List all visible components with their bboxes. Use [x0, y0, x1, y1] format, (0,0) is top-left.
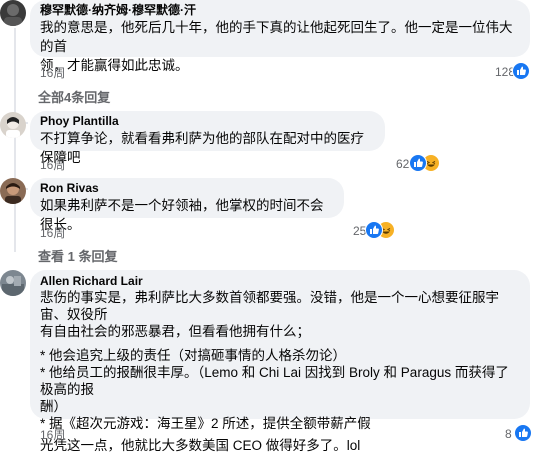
like-icon[interactable]: [514, 424, 532, 442]
comment-text-line: 光凭这一点，他就比大多数美国 CEO 做得好多了。lol: [40, 437, 361, 453]
comment-time[interactable]: 16周: [40, 156, 65, 173]
comment-bubble: Ron Rivas 如果弗利萨不是一个好领袖，他掌权的时间不会很长。: [30, 178, 344, 232]
reaction-count[interactable]: 8: [505, 427, 512, 441]
comment-author[interactable]: Ron Rivas: [40, 181, 334, 196]
reaction-count[interactable]: 62: [396, 157, 409, 171]
comment-text-line: 领，才能赢得如此忠诚。: [40, 58, 189, 73]
comment-text-line: 悲伤的事实是，弗利萨比大多数首领都要强。没错，他是一个一心想要征服宇宙、奴役所: [40, 290, 499, 323]
comment-text-line: * 他给员工的报酬很丰厚。（Lemo 和 Chi Lai 因找到 Broly 和…: [40, 364, 509, 398]
comment-text-line: 酬）: [40, 399, 67, 415]
like-icon[interactable]: [365, 221, 383, 239]
comment-bubble: Phoy Plantilla 不打算争论，就看看弗利萨为他的部队在配对中的医疗保…: [30, 111, 385, 165]
comment-text-line: 如果弗利萨不是一个好领袖，他掌权的时间不会很长。: [40, 198, 324, 232]
comment-text-line: * 他会追究上级的责任（对搞砸事情的人格杀勿论）: [40, 347, 347, 363]
comment-author[interactable]: 穆罕默德·纳齐姆·穆罕默德·汗: [40, 3, 520, 18]
comment-text: 如果弗利萨不是一个好领袖，他掌权的时间不会很长。: [40, 196, 334, 234]
avatar[interactable]: [0, 178, 26, 204]
comment-text-line: 我的意思是，他死后几十年，他的手下真的让他起死回生了。他一定是一位伟大的首: [40, 20, 513, 54]
comment-author[interactable]: Allen Richard Lair: [40, 274, 520, 289]
comment-bubble: 穆罕默德·纳齐姆·穆罕默德·汗 我的意思是，他死后几十年，他的手下真的让他起死回…: [30, 0, 530, 73]
comment-text-line: 不打算争论，就看看弗利萨为他的部队在配对中的医疗保障吧: [40, 131, 364, 165]
comment-time[interactable]: 16周: [40, 64, 65, 81]
avatar[interactable]: [0, 0, 26, 26]
comment-time[interactable]: 16周: [40, 426, 65, 443]
thread-line: [14, 28, 16, 92]
like-icon[interactable]: [512, 62, 530, 80]
comment-bubble: Allen Richard Lair 悲伤的事实是，弗利萨比大多数首领都要强。没…: [30, 270, 530, 453]
comment-time[interactable]: 16周: [40, 224, 65, 241]
comment-text-line: 有自由社会的邪恶暴君，但看看他拥有什么；: [40, 324, 310, 340]
like-icon[interactable]: [409, 154, 427, 172]
view-replies-link[interactable]: 查看 1 条回复: [38, 246, 117, 265]
comment-text: 不打算争论，就看看弗利萨为他的部队在配对中的医疗保障吧: [40, 129, 375, 167]
comment-text-line: * 据《超次元游戏：海王星》2 所述，提供全额带薪产假: [40, 416, 371, 432]
comment-text: 我的意思是，他死后几十年，他的手下真的让他起死回生了。他一定是一位伟大的首 领，…: [40, 18, 520, 75]
comment-author[interactable]: Phoy Plantilla: [40, 114, 375, 129]
view-replies-link[interactable]: 全部4条回复: [38, 87, 110, 106]
comment-text: 悲伤的事实是，弗利萨比大多数首领都要强。没错，他是一个一心想要征服宇宙、奴役所 …: [40, 289, 520, 454]
avatar[interactable]: [0, 270, 26, 296]
avatar[interactable]: [0, 112, 26, 138]
